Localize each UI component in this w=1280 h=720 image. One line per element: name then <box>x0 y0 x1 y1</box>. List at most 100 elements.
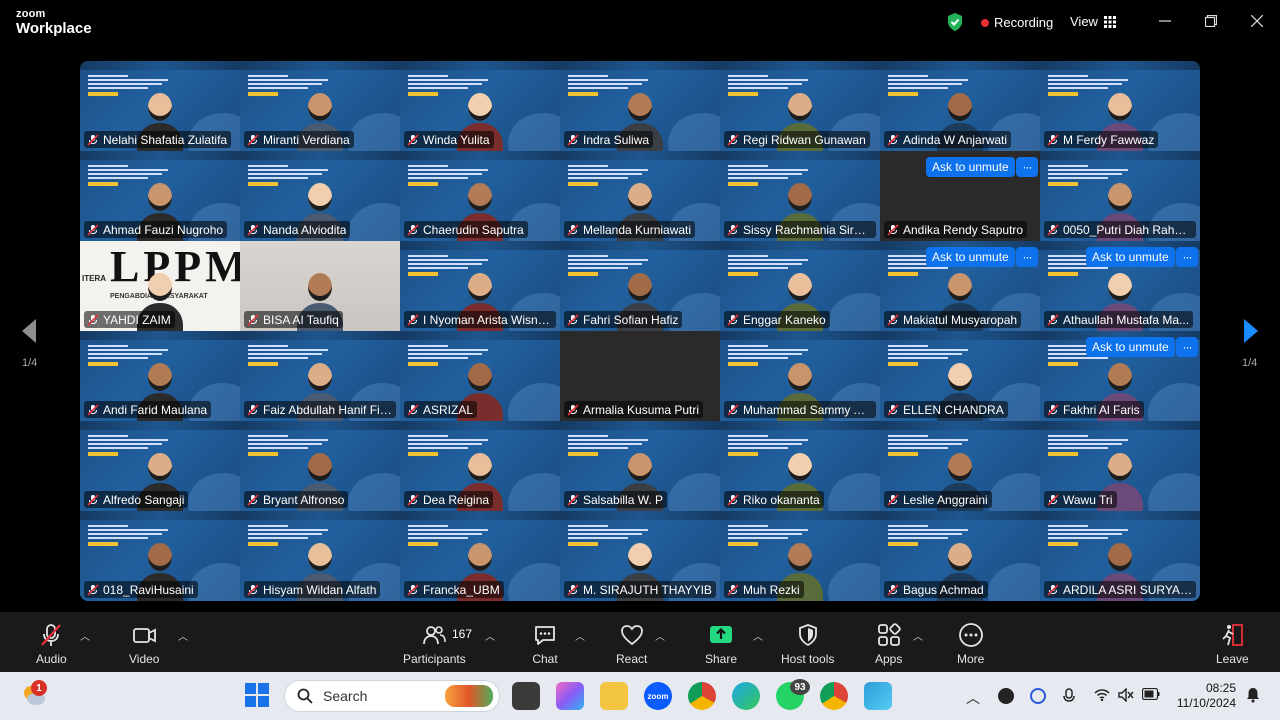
react-options-chevron-icon[interactable]: ︿ <box>655 628 665 643</box>
apps-button[interactable]: Apps <box>875 622 902 666</box>
participant-tile[interactable]: Mellanda Kurniawati <box>560 151 720 241</box>
wifi-icon[interactable] <box>1094 688 1110 702</box>
photos-icon[interactable] <box>864 682 892 710</box>
participant-tile[interactable]: ARDILA ASRI SURYAN... <box>1040 511 1200 601</box>
host-tools-button[interactable]: Host tools <box>781 622 834 666</box>
more-button[interactable]: More <box>957 622 984 666</box>
taskbar-search[interactable]: Search <box>284 680 500 712</box>
participant-tile[interactable]: Regi Ridwan Gunawan <box>720 61 880 151</box>
participant-name-tag: Bryant Alfronso <box>244 491 349 508</box>
next-page-arrow-icon[interactable] <box>1242 317 1262 345</box>
participant-name-tag: Dea Reigina <box>404 491 494 508</box>
previous-page-arrow-icon[interactable] <box>18 317 38 345</box>
leave-button[interactable]: Leave <box>1216 622 1249 666</box>
encryption-shield-icon[interactable] <box>946 12 964 32</box>
participant-tile[interactable]: Muhammad Sammy Ai... <box>720 331 880 421</box>
participant-tile[interactable]: Wawu Tri <box>1040 421 1200 511</box>
chrome-profile-icon[interactable] <box>820 682 848 710</box>
participant-tile[interactable]: Fakhri Al Faris Ask to unmute ··· <box>1040 331 1200 421</box>
tile-more-options-button[interactable]: ··· <box>1016 157 1038 177</box>
tray-globe-icon[interactable] <box>1030 688 1046 704</box>
participant-tile[interactable]: 0050_Putri Diah Rahm... <box>1040 151 1200 241</box>
participant-tile[interactable]: Hisyam Wildan Alfath <box>240 511 400 601</box>
tray-mic-icon[interactable] <box>1062 688 1076 704</box>
restore-icon[interactable] <box>1202 12 1220 30</box>
react-button[interactable]: React <box>616 622 647 666</box>
volume-muted-icon[interactable] <box>1118 688 1134 702</box>
participant-tile[interactable]: Sissy Rachmania Siregar <box>720 151 880 241</box>
host-tools-label: Host tools <box>781 652 835 666</box>
edge-icon[interactable] <box>732 682 760 710</box>
participant-tile[interactable]: ASRIZAL <box>400 331 560 421</box>
ask-to-unmute-button[interactable]: Ask to unmute <box>1086 337 1175 357</box>
tile-more-options-button[interactable]: ··· <box>1016 247 1038 267</box>
participant-tile[interactable]: Enggar Kaneko <box>720 241 880 331</box>
ask-to-unmute-button[interactable]: Ask to unmute <box>926 157 1015 177</box>
close-icon[interactable] <box>1248 12 1266 30</box>
participant-tile[interactable]: Ahmad Fauzi Nugroho <box>80 151 240 241</box>
ask-to-unmute-button[interactable]: Ask to unmute <box>1086 247 1175 267</box>
view-button[interactable]: View <box>1070 14 1116 29</box>
participant-tile[interactable]: Nelahi Shafatia Zulatifa <box>80 61 240 151</box>
tray-app-icon[interactable] <box>998 688 1014 704</box>
participant-tile[interactable]: Muh Rezki <box>720 511 880 601</box>
participant-tile[interactable]: Fahri Sofian Hafiz <box>560 241 720 331</box>
participant-tile[interactable]: M. SIRAJUTH THAYYIB <box>560 511 720 601</box>
participant-tile[interactable]: Francka_UBM <box>400 511 560 601</box>
participant-tile[interactable]: Athaullah Mustafa Ma... Ask to unmute ··· <box>1040 241 1200 331</box>
participant-tile[interactable]: Winda Yulita <box>400 61 560 151</box>
zoom-app-icon[interactable]: zoom <box>644 682 672 710</box>
share-button[interactable]: Share <box>705 622 737 666</box>
chrome-icon[interactable] <box>688 682 716 710</box>
audio-options-chevron-icon[interactable]: ︿ <box>80 628 90 643</box>
participant-tile[interactable]: Leslie Anggraini <box>880 421 1040 511</box>
tile-more-options-button[interactable]: ··· <box>1176 247 1198 267</box>
participant-tile[interactable]: Nanda Alviodita <box>240 151 400 241</box>
participant-tile[interactable]: Miranti Verdiana <box>240 61 400 151</box>
ask-to-unmute-button[interactable]: Ask to unmute <box>926 247 1015 267</box>
share-options-chevron-icon[interactable]: ︿ <box>753 628 763 643</box>
windows-start-icon[interactable] <box>244 682 272 710</box>
participant-tile[interactable]: Bagus Achmad <box>880 511 1040 601</box>
participant-name: M. SIRAJUTH THAYYIB <box>583 582 712 597</box>
participant-name-tag: I Nyoman Arista Wisna... <box>404 311 556 328</box>
audio-button[interactable]: Audio <box>36 622 67 666</box>
participant-tile[interactable]: Riko okananta <box>720 421 880 511</box>
minimize-icon[interactable] <box>1156 12 1174 30</box>
participant-tile[interactable]: Makiatul Musyaropah Ask to unmute ··· <box>880 241 1040 331</box>
recording-indicator[interactable]: Recording <box>981 15 1053 30</box>
search-icon <box>297 688 313 704</box>
participant-tile[interactable]: M Ferdy Fawwaz <box>1040 61 1200 151</box>
video-options-chevron-icon[interactable]: ︿ <box>178 628 188 643</box>
participant-tile[interactable]: Andi Farid Maulana <box>80 331 240 421</box>
participant-tile[interactable]: Armalia Kusuma Putri <box>560 331 720 421</box>
participant-name: Muhammad Sammy Ai... <box>743 402 872 417</box>
participant-tile[interactable]: Adinda W Anjarwati <box>880 61 1040 151</box>
copilot-icon[interactable] <box>556 682 584 710</box>
tray-chevron-up-icon[interactable]: ︿ <box>966 688 980 708</box>
chat-options-chevron-icon[interactable]: ︿ <box>575 628 585 643</box>
participant-tile[interactable]: Salsabilla W. P <box>560 421 720 511</box>
participant-tile[interactable]: I Nyoman Arista Wisna... <box>400 241 560 331</box>
participant-tile[interactable]: Faiz Abdullah Hanif Fir... <box>240 331 400 421</box>
participant-tile[interactable]: Bryant Alfronso <box>240 421 400 511</box>
video-button[interactable]: Video <box>129 622 159 666</box>
participant-tile[interactable]: Alfredo Sangaji <box>80 421 240 511</box>
notification-bell-icon[interactable] <box>1246 687 1260 703</box>
participant-tile[interactable]: 018_RaviHusaini <box>80 511 240 601</box>
battery-icon[interactable] <box>1142 688 1160 700</box>
participants-options-chevron-icon[interactable]: ︿ <box>485 628 495 643</box>
participant-tile[interactable]: Dea Reigina <box>400 421 560 511</box>
task-view-icon[interactable] <box>512 682 540 710</box>
chat-button[interactable]: Chat <box>532 622 558 666</box>
tile-more-options-button[interactable]: ··· <box>1176 337 1198 357</box>
participant-tile[interactable]: LPPM PENGABDIAN MASYARAKAT ITERA YAHDI ZAIM <box>80 241 240 331</box>
participant-tile[interactable]: Andika Rendy Saputro Ask to unmute ··· <box>880 151 1040 241</box>
file-explorer-icon[interactable] <box>600 682 628 710</box>
participant-tile[interactable]: ELLEN CHANDRA <box>880 331 1040 421</box>
participant-tile[interactable]: Indra Suliwa <box>560 61 720 151</box>
apps-options-chevron-icon[interactable]: ︿ <box>913 628 923 643</box>
system-clock[interactable]: 08:25 11/10/2024 <box>1177 681 1236 711</box>
participant-tile[interactable]: Chaerudin Saputra <box>400 151 560 241</box>
participant-tile[interactable]: BISA AI Taufiq <box>240 241 400 331</box>
